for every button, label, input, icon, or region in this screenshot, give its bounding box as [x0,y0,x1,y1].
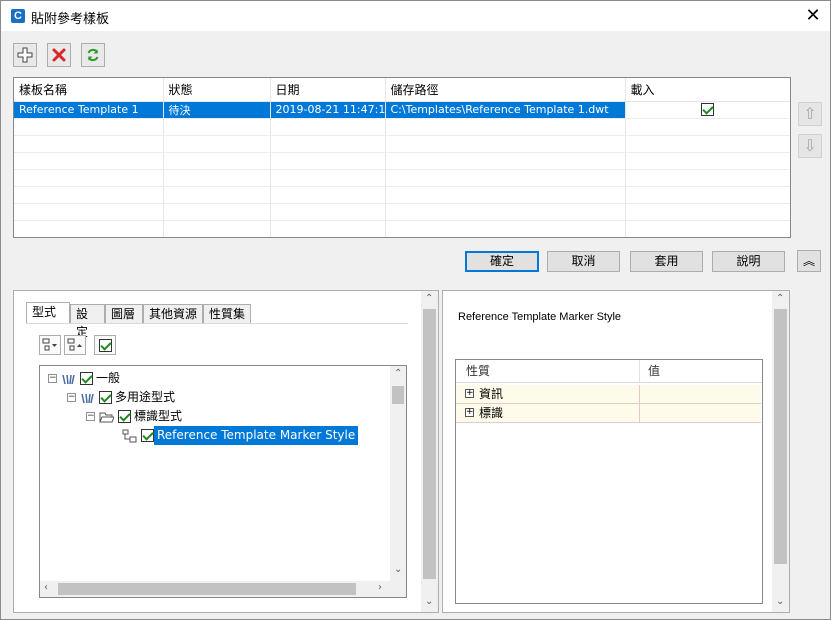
column-header-load[interactable]: 載入 [625,78,790,102]
scroll-corner [390,581,406,597]
scroll-thumb[interactable] [58,583,356,595]
app-logo-icon: C [11,9,25,23]
attach-reference-template-dialog: C 貼附參考樣板 ✕ 樣板名稱 狀態 日期 儲存路徑 載入 Reference … [0,0,831,620]
selected-style-title: Reference Template Marker Style [458,311,622,323]
tree-vertical-scrollbar[interactable]: ⌃ ⌄ [390,366,406,581]
property-label: 標識 [479,406,504,420]
table-row [14,186,790,204]
tree-item-label: 多用途型式 [115,390,176,404]
tree-item-label: 一般 [96,371,121,385]
tree-checkbox[interactable] [141,429,154,442]
window-title: 貼附參考樣板 [31,12,110,27]
grid-header-row: 樣板名稱 狀態 日期 儲存路徑 載入 [14,78,790,102]
tab-divider [26,323,408,324]
properties-panel: Reference Template Marker Style 性質 值 + 資… [442,290,790,613]
red-x-icon [52,48,66,62]
table-row [14,135,790,153]
tree-item-marker-styles[interactable]: − 標識型式 [86,407,185,426]
collapse-node-icon[interactable]: − [48,374,57,383]
tree-checkbox[interactable] [99,391,112,404]
arrow-down-icon: ⇩ [803,136,817,155]
tree-item-multipurpose-styles[interactable]: − 多用途型式 [67,388,178,407]
help-button[interactable]: 說明 [712,251,785,272]
expand-node-icon[interactable]: + [465,408,474,417]
property-label: 資訊 [479,387,504,401]
table-row [14,169,790,187]
load-checkbox[interactable] [701,103,714,117]
collapse-node-icon[interactable]: − [86,412,95,421]
template-load-cell [625,101,790,119]
template-date-cell: 2019-08-21 11:47:17 [270,101,386,119]
marker-style-icon [122,429,137,442]
double-chevron-up-icon: ︽ [802,254,815,268]
collapse-node-icon[interactable]: − [67,393,76,402]
table-row [14,118,790,136]
properties-vertical-scrollbar[interactable]: ⌃ ⌄ [772,291,789,612]
expand-node-icon[interactable]: + [465,389,474,398]
tree-item-label: 標識型式 [134,409,183,423]
ok-button[interactable]: 確定 [465,251,539,272]
panel-vertical-scrollbar[interactable]: ⌃ ⌄ [421,291,438,612]
refresh-icon [87,48,99,62]
table-row [14,220,790,237]
refresh-button[interactable] [81,43,105,67]
tree-item-label: Reference Template Marker Style [154,426,359,445]
expand-all-button[interactable] [39,335,61,355]
tree-checkbox[interactable] [118,410,131,423]
cancel-button[interactable]: 取消 [547,251,620,272]
tab-settings[interactable]: 設定 [70,304,105,339]
checkbox-icon [98,338,112,352]
table-row[interactable]: Reference Template 1 待決 2019-08-21 11:47… [14,101,790,119]
close-icon[interactable]: ✕ [796,1,830,31]
tree-item-reference-template-marker-style[interactable]: Reference Template Marker Style [122,426,359,445]
plus-icon [17,47,33,63]
move-up-button[interactable]: ⇧ [798,102,822,126]
style-group-icon [81,393,94,403]
open-folder-icon [99,412,114,422]
template-path-cell: C:\Templates\Reference Template 1.dwt [385,101,626,119]
value-column-header: 值 [648,364,661,378]
property-column-header: 性質 [466,364,491,378]
move-down-button[interactable]: ⇩ [798,134,822,158]
tab-styles[interactable]: 型式 [26,302,70,324]
collapse-all-button[interactable] [64,335,86,355]
scroll-thumb[interactable] [423,309,436,579]
template-status-cell: 待決 [163,101,271,119]
template-grid: 樣板名稱 狀態 日期 儲存路徑 載入 Reference Template 1 … [13,77,791,238]
collapse-tree-icon [67,338,82,351]
add-template-button[interactable] [13,43,37,67]
properties-grid: 性質 值 + 資訊 + 標識 [455,359,763,604]
property-row-info[interactable]: + 資訊 [456,385,761,404]
scroll-thumb[interactable] [774,309,787,564]
tab-property-sets[interactable]: 性質集 [203,304,251,324]
template-name-cell: Reference Template 1 [14,101,164,119]
tree-checkbox[interactable] [80,372,93,385]
column-header-status[interactable]: 狀態 [163,78,271,102]
property-row-marker[interactable]: + 標識 [456,404,761,423]
check-all-button[interactable] [94,335,116,355]
tab-other-resources[interactable]: 其他資源 [143,304,203,324]
table-row [14,152,790,170]
tree-horizontal-scrollbar[interactable]: ‹ › [40,581,390,597]
arrow-up-icon: ⇧ [803,104,817,123]
style-group-icon [62,374,75,384]
column-header-name[interactable]: 樣板名稱 [14,78,164,102]
title-bar: C 貼附參考樣板 ✕ [1,1,830,31]
collapse-button[interactable]: ︽ [797,250,821,272]
column-header-path[interactable]: 儲存路徑 [385,78,626,102]
column-header-date[interactable]: 日期 [270,78,386,102]
delete-template-button[interactable] [47,43,71,67]
apply-button[interactable]: 套用 [630,251,703,272]
table-row [14,203,790,221]
style-tree: − 一般 − 多用途型式 − 標識型式 Reference Template M… [39,365,407,598]
expand-tree-icon [42,338,57,351]
scroll-thumb[interactable] [392,386,404,404]
tree-item-general[interactable]: − 一般 [48,369,123,388]
style-tree-panel: 型式 設定 圖層 其他資源 性質集 − 一般 − 多用途型式 − 標識型式 Re… [13,290,439,613]
tab-layers[interactable]: 圖層 [105,304,143,324]
